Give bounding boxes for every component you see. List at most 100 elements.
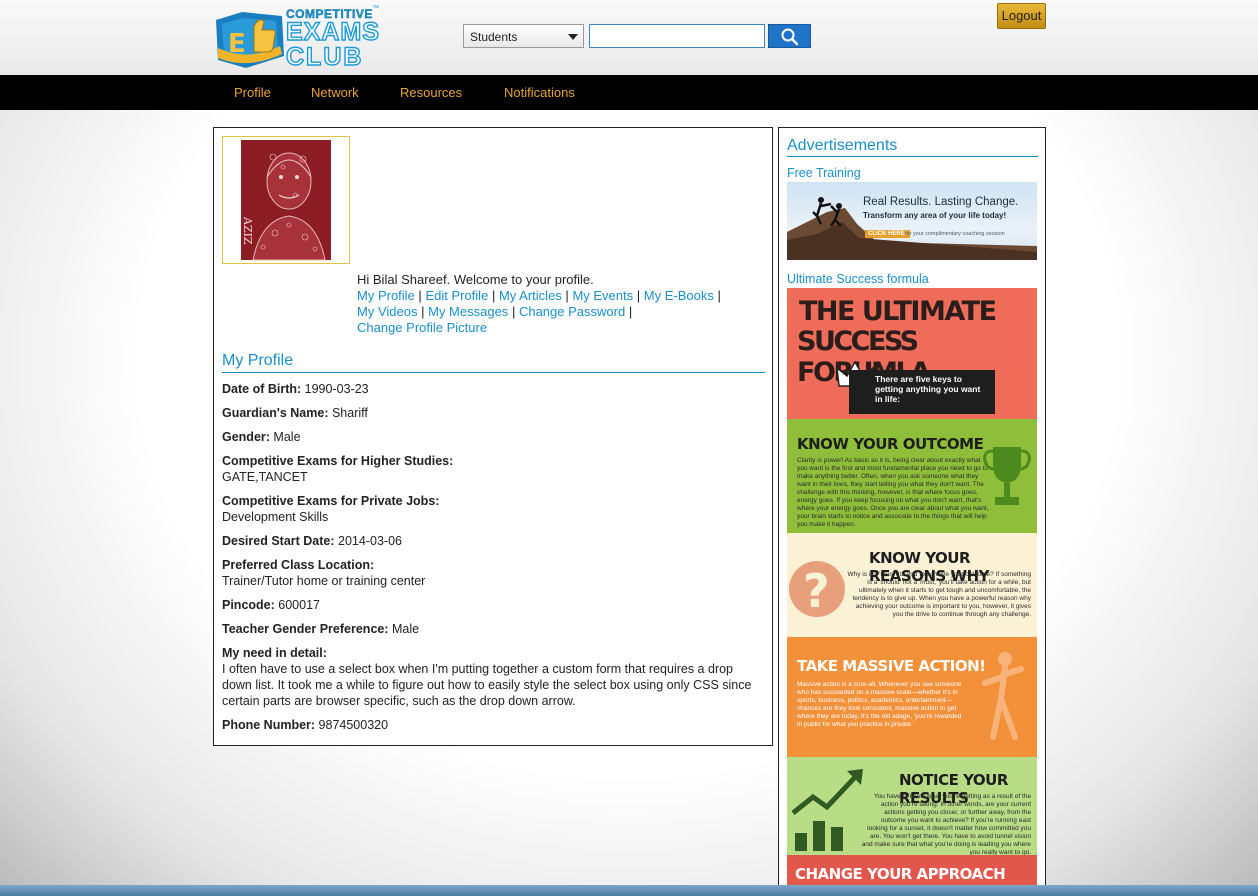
- svg-text:E: E: [228, 29, 246, 59]
- link-my-events[interactable]: My Events: [572, 288, 633, 303]
- profile-links: My Profile | Edit Profile | My Articles …: [357, 288, 757, 336]
- search-button[interactable]: [768, 24, 811, 48]
- link-separator: |: [421, 304, 425, 319]
- search-icon: [781, 28, 799, 46]
- field-value: I often have to use a select box when I'…: [222, 662, 752, 708]
- profile-panel: AZIZ Hi Bilal Shareef. Welcome to your p…: [213, 127, 773, 746]
- ad1-click-here-button[interactable]: CLICK HERE!: [865, 230, 910, 238]
- ad2-section-reasons-why: KNOW YOUR REASONS WHY Why is it a 'must'…: [787, 533, 1037, 637]
- ad2-section-text: Massive action is a cure-all. Whenever y…: [797, 681, 962, 728]
- ad1-headline: Real Results. Lasting Change.: [863, 196, 1019, 208]
- profile-picture-icon: AZIZ: [241, 140, 331, 261]
- field-label: Guardian's Name:: [222, 406, 329, 420]
- ad2-section-massive-action: TAKE MASSIVE ACTION! Massive action is a…: [787, 637, 1037, 757]
- profile-fields: Date of Birth: 1990-03-23 Guardian's Nam…: [222, 381, 765, 741]
- field-value: Male: [273, 430, 301, 444]
- field-value: Development Skills: [222, 510, 329, 524]
- question-mark-icon: ?: [789, 561, 845, 618]
- os-taskbar[interactable]: [0, 885, 1258, 896]
- nav-item-notifications[interactable]: Notifications: [504, 75, 575, 110]
- nav-item-profile[interactable]: Profile: [234, 75, 271, 110]
- welcome-message: Hi Bilal Shareef. Welcome to your profil…: [357, 272, 594, 287]
- link-separator: |: [418, 288, 422, 303]
- nav-item-network[interactable]: Network: [311, 75, 359, 110]
- search-category-select[interactable]: Students: [463, 24, 584, 48]
- field-label: Teacher Gender Preference:: [222, 622, 389, 636]
- field-date-of-birth: Date of Birth: 1990-03-23: [222, 381, 765, 397]
- field-guardian-name: Guardian's Name: Shariff: [222, 405, 765, 421]
- link-my-messages[interactable]: My Messages: [428, 304, 508, 319]
- field-label: Date of Birth:: [222, 382, 302, 396]
- field-label: Preferred Class Location:: [222, 558, 375, 572]
- ad-banner-ultimate-success[interactable]: THE ULTIMATE SUCCESS FORUMLA There are f…: [787, 288, 1037, 896]
- link-separator: |: [717, 288, 721, 303]
- nav-item-resources[interactable]: Resources: [400, 75, 462, 110]
- link-edit-profile[interactable]: Edit Profile: [425, 288, 488, 303]
- link-separator: |: [491, 288, 496, 303]
- svg-text:?: ?: [803, 564, 830, 618]
- ad-banner-free-training[interactable]: Real Results. Lasting Change. Transform …: [787, 182, 1037, 260]
- field-value: Trainer/Tutor home or training center: [222, 574, 426, 588]
- link-my-videos[interactable]: My Videos: [357, 304, 417, 319]
- field-desired-start-date: Desired Start Date: 2014-03-06: [222, 533, 765, 549]
- ad2-callout: There are five keys to getting anything …: [849, 370, 995, 414]
- field-phone-number: Phone Number: 9874500320: [222, 717, 765, 733]
- field-label: Gender:: [222, 430, 270, 444]
- search-input[interactable]: [589, 24, 765, 48]
- field-label: Competitive Exams for Higher Studies:: [222, 454, 454, 468]
- field-teacher-gender-preference: Teacher Gender Preference: Male: [222, 621, 765, 637]
- field-value: 1990-03-23: [304, 382, 369, 396]
- ad1-note: for your complimentary coaching session: [905, 231, 1005, 237]
- ad-label-ultimate-success[interactable]: Ultimate Success formula: [787, 272, 929, 286]
- main-nav: Profile Network Resources Notifications: [0, 75, 1258, 110]
- header: E COMPETITIVE EXAMS CLUB ™ Students Logo…: [0, 0, 1258, 75]
- link-my-profile[interactable]: My Profile: [357, 288, 415, 303]
- field-label: Competitive Exams for Private Jobs:: [222, 494, 440, 508]
- logo-line-3: CLUB: [285, 43, 364, 71]
- boxer-icon: [982, 652, 1024, 740]
- ad2-section-notice-results: NOTICE YOUR RESULTS You have to know wha…: [787, 757, 1037, 855]
- link-separator: |: [565, 288, 569, 303]
- ad2-callout-text: There are five keys to getting anything …: [875, 374, 981, 404]
- ad2-section-text: Why is it a 'must' for you to achieve yo…: [847, 571, 1031, 618]
- advertisements-sidebar: Advertisements Free Training Real Result…: [778, 127, 1046, 896]
- link-separator: |: [511, 304, 516, 319]
- ad-label-free-training[interactable]: Free Training: [787, 166, 861, 180]
- field-exams-higher-studies: Competitive Exams for Higher Studies: GAT…: [222, 453, 765, 485]
- ad2-section-text: Clarity is power! As basic as it is, bei…: [797, 457, 989, 528]
- logo-text: COMPETITIVE EXAMS CLUB: [285, 8, 380, 71]
- ad2-section-title: KNOW YOUR OUTCOME: [797, 435, 984, 453]
- ad2-title-line-1: THE ULTIMATE: [799, 296, 997, 327]
- logo-line-2: EXAMS: [285, 18, 380, 46]
- field-label: My need in detail:: [222, 646, 327, 660]
- field-value: Male: [392, 622, 420, 636]
- field-label: Phone Number:: [222, 718, 316, 732]
- field-value: GATE,TANCET: [222, 470, 308, 484]
- link-my-articles[interactable]: My Articles: [499, 288, 562, 303]
- field-value: Shariff: [331, 406, 368, 420]
- ad2-title-band: THE ULTIMATE SUCCESS FORUMLA There are f…: [787, 288, 1037, 419]
- logo-trademark: ™: [372, 5, 379, 12]
- field-label: Pincode:: [222, 598, 275, 612]
- avatar[interactable]: AZIZ: [222, 136, 350, 264]
- ad1-subline: Transform any area of your life today!: [863, 211, 1007, 220]
- climbers-icon: [787, 197, 1037, 260]
- ad2-section-text: You have to know what you're getting as …: [861, 793, 1031, 855]
- field-value: 9874500320: [318, 718, 389, 732]
- link-change-password[interactable]: Change Password: [519, 304, 625, 319]
- link-separator: |: [636, 288, 641, 303]
- logout-button[interactable]: Logout: [997, 3, 1046, 29]
- growth-chart-icon: [791, 769, 863, 851]
- ad2-section-know-outcome: KNOW YOUR OUTCOME Clarity is power! As b…: [787, 419, 1037, 533]
- link-my-ebooks[interactable]: My E-Books: [644, 288, 714, 303]
- field-value: 600017: [278, 598, 320, 612]
- svg-text:AZIZ: AZIZ: [241, 216, 254, 245]
- field-exams-private-jobs: Competitive Exams for Private Jobs: Devel…: [222, 493, 765, 525]
- link-separator: |: [628, 304, 633, 319]
- link-change-profile-picture[interactable]: Change Profile Picture: [357, 320, 487, 335]
- field-need-in-detail: My need in detail: I often have to use a …: [222, 645, 765, 709]
- ad2-section-title: TAKE MASSIVE ACTION!: [797, 657, 986, 675]
- search-category-value: Students: [470, 30, 518, 44]
- field-preferred-class-location: Preferred Class Location: Trainer/Tutor h…: [222, 557, 765, 589]
- section-title-my-profile: My Profile: [222, 352, 765, 373]
